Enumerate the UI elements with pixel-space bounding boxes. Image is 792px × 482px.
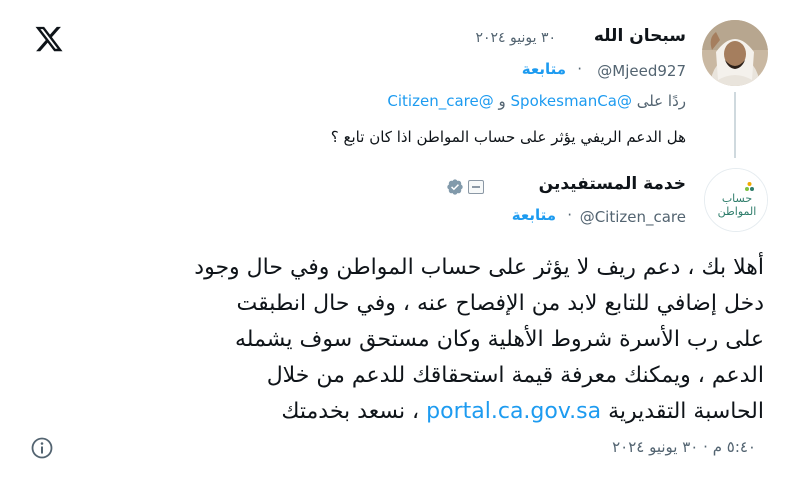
tweet-text: أهلا بك ، دعم ريف لا يؤثر على حساب الموا… xyxy=(4,250,764,430)
verified-badge-icon xyxy=(447,179,463,195)
separator-dot: · xyxy=(567,206,572,224)
responder-handle[interactable]: @Citizen_care xyxy=(580,208,686,226)
mention-citizen-care[interactable]: @Citizen_care xyxy=(387,92,493,110)
responder-avatar[interactable]: حساب المواطن xyxy=(704,168,768,232)
author-post-date[interactable]: ٣٠ يونيو ٢٠٢٤ xyxy=(475,30,556,46)
tweet-line5-tail: ، نسعد بخدمتك xyxy=(281,399,420,424)
author-avatar[interactable] xyxy=(702,20,768,86)
info-icon[interactable] xyxy=(30,436,54,460)
quoted-question[interactable]: هل الدعم الريفي يؤثر على حساب المواطن اذ… xyxy=(331,128,686,146)
x-logo-icon[interactable] xyxy=(34,24,64,54)
logo-text-line1: حساب xyxy=(722,192,752,205)
responder-name[interactable]: خدمة المستفيدين xyxy=(539,174,686,194)
author-name[interactable]: سبحان الله xyxy=(594,26,686,46)
tweet-time: ٥:٤٠ م xyxy=(712,438,756,456)
timestamp-separator: · xyxy=(703,438,708,456)
reply-conjunction: و xyxy=(498,92,506,110)
separator-dot: · xyxy=(577,60,582,78)
reply-prefix: ردًا على xyxy=(636,92,686,110)
tweet-line: الدعم ، ويمكنك معرفة قيمة استحقاقك للدعم… xyxy=(266,363,764,388)
tweet-line: الحاسبة التقديرية portal.ca.gov.sa ، نسع… xyxy=(4,394,764,430)
author-handle[interactable]: @Mjeed927 xyxy=(597,62,686,80)
government-affiliation-icon xyxy=(468,180,484,194)
tweet-line: على رب الأسرة شروط الأهلية وكان مستحق سو… xyxy=(234,327,764,352)
tweet-card: سبحان الله ٣٠ يونيو ٢٠٢٤ @Mjeed927 · متا… xyxy=(6,8,784,474)
portal-link[interactable]: portal.ca.gov.sa xyxy=(426,399,601,424)
tweet-timestamp[interactable]: ٥:٤٠ م · ٣٠ يونيو ٢٠٢٤ xyxy=(612,438,756,456)
tweet-date: ٣٠ يونيو ٢٠٢٤ xyxy=(612,438,699,456)
tweet-line: أهلا بك ، دعم ريف لا يؤثر على حساب الموا… xyxy=(194,255,764,280)
tweet-line: دخل إضافي للتابع لابد من الإفصاح عنه ، و… xyxy=(236,291,764,316)
logo-text-line2: المواطن xyxy=(718,205,757,218)
follow-responder-button[interactable]: متابعة xyxy=(512,206,556,224)
follow-author-button[interactable]: متابعة xyxy=(522,60,566,78)
thread-connector xyxy=(734,92,736,158)
replying-to: ردًا على @SpokesmanCa و @Citizen_care xyxy=(387,92,686,110)
tweet-line5-text: الحاسبة التقديرية xyxy=(608,399,764,424)
mention-spokesmanca[interactable]: @SpokesmanCa xyxy=(511,92,632,110)
